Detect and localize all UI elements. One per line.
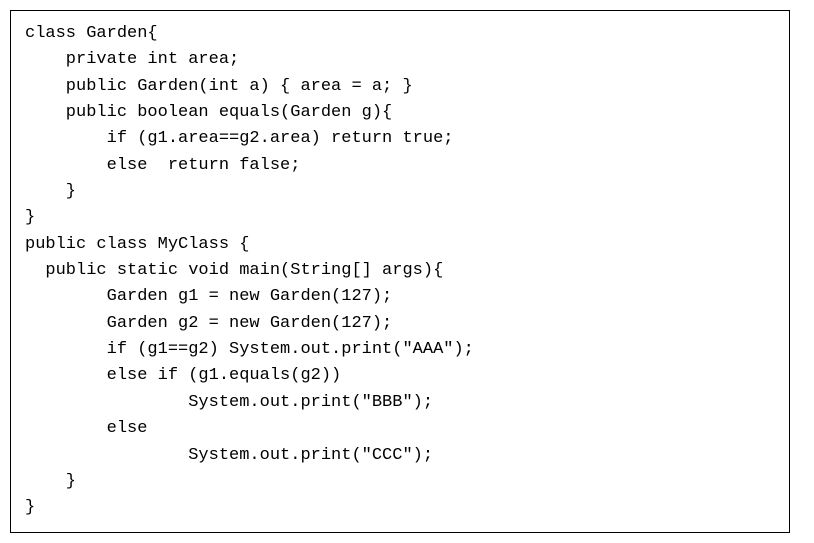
code-line: } [25, 182, 76, 201]
code-line: System.out.print("BBB"); [25, 393, 433, 412]
code-line: } [25, 208, 35, 227]
code-snippet: class Garden{ private int area; public G… [10, 10, 790, 533]
code-line: else [25, 419, 147, 438]
code-line: } [25, 472, 76, 491]
code-line: else if (g1.equals(g2)) [25, 366, 341, 385]
code-line: if (g1.area==g2.area) return true; [25, 129, 453, 148]
code-line: public static void main(String[] args){ [25, 261, 443, 280]
code-line: public class MyClass { [25, 235, 249, 254]
code-line: private int area; [25, 50, 239, 69]
code-line: if (g1==g2) System.out.print("AAA"); [25, 340, 474, 359]
code-line: System.out.print("CCC"); [25, 446, 433, 465]
code-line: else return false; [25, 156, 300, 175]
code-line: Garden g2 = new Garden(127); [25, 314, 392, 333]
code-line: public Garden(int a) { area = a; } [25, 77, 413, 96]
code-line: public boolean equals(Garden g){ [25, 103, 392, 122]
code-line: Garden g1 = new Garden(127); [25, 287, 392, 306]
code-line: } [25, 498, 35, 517]
code-line: class Garden{ [25, 24, 158, 43]
